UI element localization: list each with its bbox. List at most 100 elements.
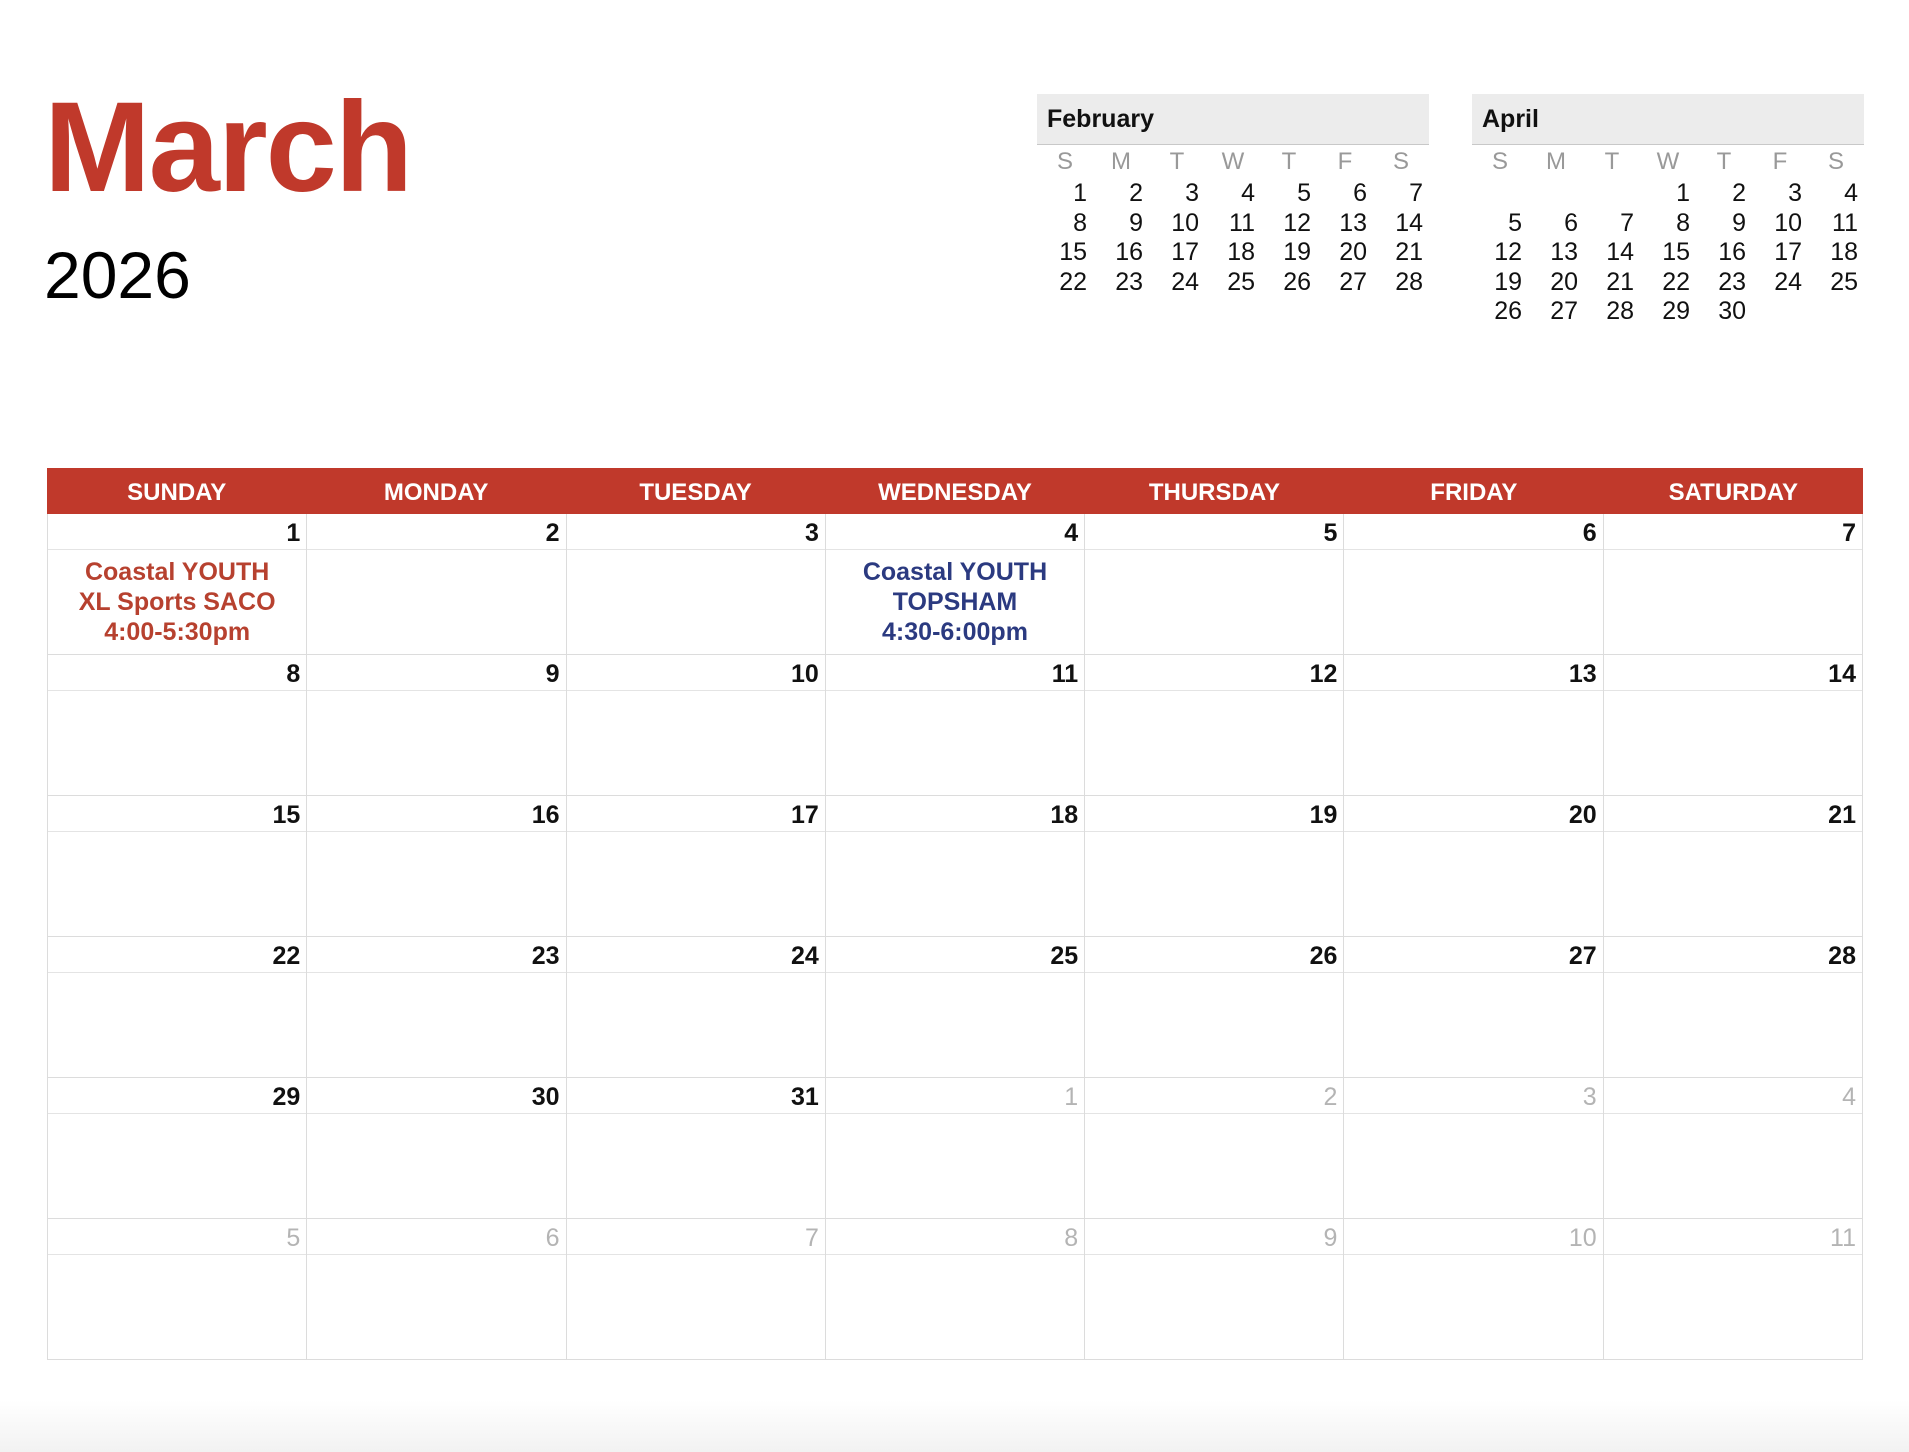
mini-day[interactable]: [1472, 179, 1528, 209]
day-cell[interactable]: 31: [566, 1078, 826, 1219]
mini-day[interactable]: [1584, 179, 1640, 209]
mini-day[interactable]: 21: [1584, 268, 1640, 298]
mini-day[interactable]: 26: [1472, 297, 1528, 327]
day-cell[interactable]: 6: [1344, 514, 1604, 655]
mini-day[interactable]: 12: [1472, 238, 1528, 268]
day-cell[interactable]: 6: [307, 1219, 567, 1360]
mini-day[interactable]: 25: [1205, 268, 1261, 298]
mini-day[interactable]: 5: [1472, 209, 1528, 239]
calendar-event[interactable]: Coastal YOUTH TOPSHAM 4:30-6:00pm: [826, 550, 1084, 647]
mini-day[interactable]: 8: [1640, 209, 1696, 239]
day-cell[interactable]: 4 Coastal YOUTH TOPSHAM 4:30-6:00pm: [825, 514, 1086, 655]
mini-day[interactable]: 22: [1037, 268, 1093, 298]
day-cell[interactable]: 3: [1344, 1078, 1604, 1219]
mini-day[interactable]: 24: [1752, 268, 1808, 298]
mini-day[interactable]: 3: [1752, 179, 1808, 209]
mini-day[interactable]: 10: [1752, 209, 1808, 239]
mini-day[interactable]: 15: [1037, 238, 1093, 268]
mini-day[interactable]: 23: [1696, 268, 1752, 298]
mini-day[interactable]: 17: [1149, 238, 1205, 268]
mini-day[interactable]: [1808, 297, 1864, 327]
mini-day[interactable]: 7: [1584, 209, 1640, 239]
day-cell[interactable]: 8: [825, 1219, 1086, 1360]
day-cell[interactable]: 22: [48, 937, 308, 1078]
day-cell[interactable]: 14: [1603, 655, 1863, 796]
mini-day[interactable]: 1: [1037, 179, 1093, 209]
mini-day[interactable]: 24: [1149, 268, 1205, 298]
mini-day[interactable]: [1528, 179, 1584, 209]
day-cell[interactable]: 21: [1603, 796, 1863, 937]
mini-day[interactable]: 26: [1261, 268, 1317, 298]
mini-day[interactable]: 19: [1472, 268, 1528, 298]
day-cell[interactable]: 25: [825, 937, 1086, 1078]
mini-day[interactable]: 2: [1093, 179, 1149, 209]
mini-day[interactable]: 11: [1205, 209, 1261, 239]
day-cell[interactable]: 11: [1603, 1219, 1863, 1360]
day-cell[interactable]: 29: [48, 1078, 308, 1219]
day-cell[interactable]: 15: [48, 796, 308, 937]
mini-day[interactable]: 28: [1584, 297, 1640, 327]
mini-day[interactable]: 3: [1149, 179, 1205, 209]
mini-day[interactable]: 4: [1205, 179, 1261, 209]
mini-day[interactable]: 9: [1093, 209, 1149, 239]
day-cell[interactable]: 9: [307, 655, 567, 796]
mini-day[interactable]: 29: [1640, 297, 1696, 327]
day-cell[interactable]: 1 Coastal YOUTH XL Sports SACO 4:00-5:30p…: [48, 514, 308, 655]
mini-day[interactable]: 11: [1808, 209, 1864, 239]
mini-day[interactable]: 27: [1317, 268, 1373, 298]
mini-day[interactable]: 20: [1528, 268, 1584, 298]
day-cell[interactable]: 20: [1344, 796, 1604, 937]
mini-day[interactable]: 18: [1205, 238, 1261, 268]
day-cell[interactable]: 28: [1603, 937, 1863, 1078]
day-cell[interactable]: 12: [1085, 655, 1345, 796]
day-cell[interactable]: 8: [48, 655, 308, 796]
mini-day[interactable]: 15: [1640, 238, 1696, 268]
day-cell[interactable]: 26: [1085, 937, 1345, 1078]
mini-day[interactable]: 13: [1317, 209, 1373, 239]
day-cell[interactable]: 13: [1344, 655, 1604, 796]
mini-day[interactable]: 19: [1261, 238, 1317, 268]
day-cell[interactable]: 18: [825, 796, 1086, 937]
mini-day[interactable]: 28: [1373, 268, 1429, 298]
day-cell[interactable]: 24: [566, 937, 826, 1078]
day-cell[interactable]: 19: [1085, 796, 1345, 937]
day-cell[interactable]: 11: [825, 655, 1086, 796]
mini-day[interactable]: 6: [1528, 209, 1584, 239]
day-cell[interactable]: 3: [566, 514, 826, 655]
calendar-event[interactable]: Coastal YOUTH XL Sports SACO 4:00-5:30pm: [48, 550, 306, 647]
day-cell[interactable]: 5: [1085, 514, 1345, 655]
day-cell[interactable]: 9: [1085, 1219, 1345, 1360]
mini-day[interactable]: 10: [1149, 209, 1205, 239]
mini-day[interactable]: 12: [1261, 209, 1317, 239]
day-cell[interactable]: 7: [566, 1219, 826, 1360]
mini-day[interactable]: [1752, 297, 1808, 327]
day-cell[interactable]: 10: [1344, 1219, 1604, 1360]
mini-day[interactable]: 27: [1528, 297, 1584, 327]
mini-day[interactable]: 6: [1317, 179, 1373, 209]
day-cell[interactable]: 2: [307, 514, 567, 655]
day-cell[interactable]: 5: [48, 1219, 308, 1360]
mini-day[interactable]: 7: [1373, 179, 1429, 209]
day-cell[interactable]: 7: [1603, 514, 1863, 655]
mini-day[interactable]: 21: [1373, 238, 1429, 268]
day-cell[interactable]: 17: [566, 796, 826, 937]
mini-day[interactable]: 2: [1696, 179, 1752, 209]
mini-day[interactable]: 1: [1640, 179, 1696, 209]
mini-day[interactable]: 13: [1528, 238, 1584, 268]
day-cell[interactable]: 16: [307, 796, 567, 937]
mini-day[interactable]: 9: [1696, 209, 1752, 239]
mini-day[interactable]: 18: [1808, 238, 1864, 268]
mini-day[interactable]: 8: [1037, 209, 1093, 239]
mini-day[interactable]: 16: [1696, 238, 1752, 268]
mini-day[interactable]: 17: [1752, 238, 1808, 268]
mini-day[interactable]: 14: [1584, 238, 1640, 268]
day-cell[interactable]: 4: [1603, 1078, 1863, 1219]
mini-day[interactable]: 14: [1373, 209, 1429, 239]
mini-day[interactable]: 30: [1696, 297, 1752, 327]
mini-day[interactable]: 5: [1261, 179, 1317, 209]
mini-day[interactable]: 20: [1317, 238, 1373, 268]
day-cell[interactable]: 1: [825, 1078, 1086, 1219]
mini-day[interactable]: 23: [1093, 268, 1149, 298]
day-cell[interactable]: 10: [566, 655, 826, 796]
day-cell[interactable]: 23: [307, 937, 567, 1078]
